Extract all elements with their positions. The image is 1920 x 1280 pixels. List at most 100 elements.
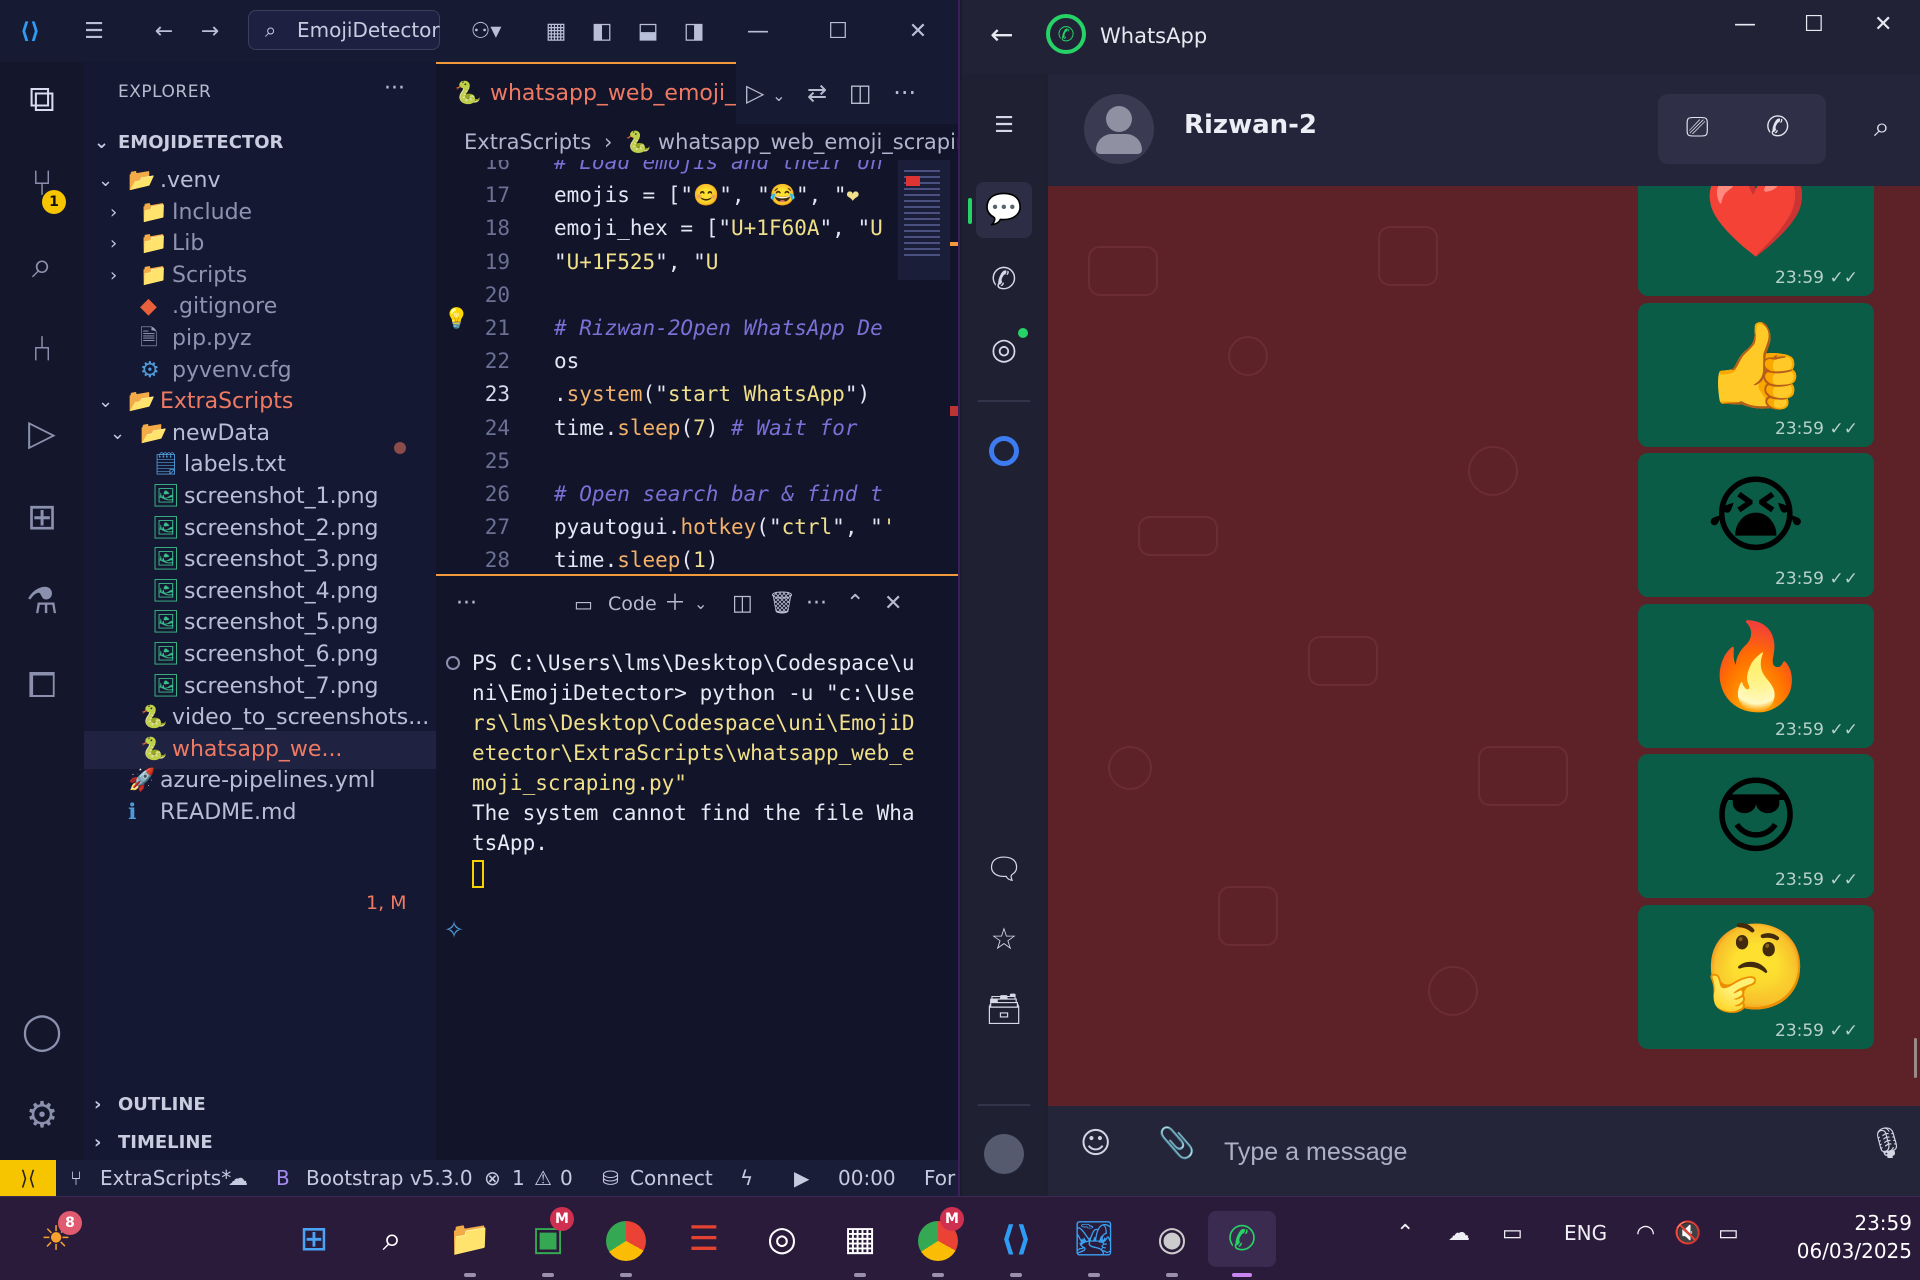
chat-area[interactable]: ❤️ 23:59 ✓✓ 👍 23:59 ✓✓ 😭 23:59 ✓✓ 🔥 23:59 ✓✓ 😎 23:59 ✓… [1048, 186, 1920, 1106]
more-actions-icon[interactable]: ··· [806, 576, 827, 632]
split-editor-icon[interactable]: ◫ [849, 79, 872, 107]
remote-icon[interactable]: ⟩⟨ [0, 1160, 56, 1196]
contact-avatar[interactable] [1084, 94, 1154, 164]
tab-whatsapp-web-emoji[interactable]: 🐍 whatsapp_web_emoji_sc [436, 62, 736, 124]
sparkle-icon[interactable]: ✧ [444, 916, 464, 944]
file-explorer-icon[interactable]: 📁 [442, 1211, 498, 1277]
language-indicator[interactable]: ENG [1564, 1221, 1607, 1245]
extensions-icon[interactable]: ⊞ [14, 490, 70, 546]
channels-icon[interactable]: 🗨 [976, 842, 1032, 898]
minimize-icon[interactable]: — [742, 16, 774, 48]
meta-ai-icon[interactable] [976, 422, 1032, 478]
account-icon[interactable]: ◯ [14, 1004, 70, 1060]
terminal-output[interactable]: PS C:\Users\lms\Desktop\Codespace\u ni\E… [472, 648, 942, 888]
more-actions-icon[interactable]: ··· [893, 79, 916, 107]
breadcrumb-file[interactable]: whatsapp_web_emoji_scraping. [658, 130, 958, 154]
chevron-up-icon[interactable]: ⌃ [1396, 1221, 1414, 1246]
chrome-icon[interactable] [598, 1211, 654, 1277]
circle-app-icon[interactable]: ◎ [754, 1211, 810, 1267]
branch-name[interactable]: ExtraScripts* [100, 1160, 231, 1196]
chevron-down-icon[interactable]: ⌄ [772, 86, 785, 105]
toggle-panel-icon[interactable]: ⬓ [632, 16, 664, 48]
search-icon[interactable]: ⌕ [1874, 110, 1890, 144]
microphone-icon[interactable]: 🎙 [1868, 1126, 1906, 1161]
trash-icon[interactable]: 🗑 [768, 576, 796, 632]
chat-scrollbar[interactable] [1914, 1038, 1917, 1078]
remote-explorer-icon[interactable]: ⧠ [14, 658, 70, 714]
connect-label[interactable]: Connect [630, 1160, 713, 1196]
lightning-icon[interactable]: ϟ [740, 1160, 753, 1196]
customize-layout-icon[interactable]: ▦ [540, 16, 572, 48]
minimize-icon[interactable]: — [1734, 12, 1756, 37]
settings-gear-icon[interactable]: ⚙ [14, 1088, 70, 1144]
arrow-left-icon[interactable]: ← [148, 16, 180, 48]
photos-icon[interactable]: 🏞 [1066, 1211, 1122, 1277]
clock[interactable]: 23:59 06/03/2025 [1772, 1209, 1912, 1265]
vscode-icon[interactable]: ⟨⟩ [988, 1211, 1044, 1277]
timeline-section[interactable]: › TIMELINE [84, 1124, 436, 1162]
play-icon[interactable]: ▶ [794, 1160, 809, 1196]
device-icon[interactable]: ▭ [1502, 1221, 1523, 1246]
bootstrap-version[interactable]: Bootstrap v5.3.0 [306, 1160, 473, 1196]
run-debug-icon[interactable]: ▷ [14, 406, 70, 462]
copilot-icon[interactable]: ⚇▾ [462, 16, 510, 48]
code-editor[interactable]: 16 # Load emojis and their Un 17 emojis = [… [436, 160, 958, 574]
testing-icon[interactable]: ⚗ [14, 574, 70, 630]
message-input[interactable] [1224, 1130, 1824, 1174]
emoji-icon[interactable]: ☺ [1080, 1126, 1111, 1161]
volume-muted-icon[interactable]: 🔇 [1674, 1221, 1701, 1246]
maximize-icon[interactable]: ☐ [822, 16, 854, 48]
close-icon[interactable]: ✕ [1874, 12, 1892, 37]
close-icon[interactable]: ✕ [902, 16, 934, 48]
message-bubble[interactable]: 😭 23:59 ✓✓ [1638, 453, 1874, 597]
terminal-name[interactable]: Code [608, 576, 657, 632]
battery-icon[interactable]: ▭ [1718, 1221, 1739, 1246]
calls-icon[interactable]: ✆ [976, 252, 1032, 308]
start-icon[interactable]: ⊞ [286, 1211, 342, 1267]
onedrive-icon[interactable]: ☁ [1448, 1221, 1470, 1246]
back-arrow-icon[interactable]: ← [990, 18, 1013, 51]
starred-icon[interactable]: ☆ [976, 912, 1032, 968]
message-bubble[interactable]: ❤️ 23:59 ✓✓ [1638, 186, 1874, 296]
minimap[interactable] [898, 160, 950, 280]
breadcrumb-folder[interactable]: ExtraScripts [464, 130, 591, 154]
archived-icon[interactable]: 🗃 [976, 982, 1032, 1038]
todoist-icon[interactable]: ☰ [676, 1211, 732, 1267]
arrow-right-icon[interactable]: → [194, 16, 226, 48]
tree-item[interactable]: ℹ README.md [84, 794, 436, 832]
attach-icon[interactable]: 📎 [1158, 1126, 1195, 1161]
timer-label[interactable]: 00:00 [838, 1160, 896, 1196]
toggle-secondary-sidebar-icon[interactable]: ◨ [678, 16, 710, 48]
run-python-icon[interactable]: ▷ [746, 79, 764, 107]
command-center-search[interactable]: ⌕ EmojiDetector [248, 10, 440, 50]
maximize-icon[interactable]: ☐ [1804, 12, 1824, 37]
profile-avatar[interactable] [984, 1134, 1024, 1174]
lightbulb-icon[interactable]: 💡 [444, 306, 469, 330]
message-bubble[interactable]: 👍 23:59 ✓✓ [1638, 302, 1874, 447]
outline-section[interactable]: › OUTLINE [84, 1086, 436, 1124]
search-icon[interactable]: ⌕ [14, 238, 70, 294]
toggle-primary-sidebar-icon[interactable]: ◧ [586, 16, 618, 48]
split-terminal-icon[interactable]: ◫ [732, 576, 753, 632]
message-bubble[interactable]: 🔥 23:59 ✓✓ [1638, 603, 1874, 748]
explorer-more-icon[interactable]: ··· [384, 76, 405, 101]
compare-changes-icon[interactable]: ⇄ [807, 79, 827, 107]
panel-more-icon[interactable]: ··· [456, 576, 477, 632]
whatsapp-icon[interactable]: ✆ [1208, 1211, 1276, 1277]
wifi-icon[interactable]: ◠ [1636, 1221, 1655, 1246]
sync-icon[interactable]: ☁ [228, 1160, 248, 1196]
git-graph-icon[interactable]: ⑃ [14, 322, 70, 378]
contact-name[interactable]: Rizwan-2 [1184, 110, 1317, 140]
message-bubble[interactable]: 😎 23:59 ✓✓ [1638, 754, 1874, 898]
avatar-app-icon[interactable]: ◉ [1144, 1211, 1200, 1277]
workspace-root[interactable]: ⌄ EMOJIDETECTOR [84, 124, 436, 162]
hamburger-menu-icon[interactable]: ☰ [976, 98, 1032, 154]
voice-call-icon[interactable]: ✆ [1766, 110, 1789, 143]
chevron-down-icon[interactable]: ⌄ [694, 576, 707, 632]
calculator-icon[interactable]: ▦ [832, 1211, 888, 1277]
error-count[interactable]: 1 [512, 1160, 525, 1196]
new-terminal-icon[interactable]: ＋ [664, 576, 686, 632]
hamburger-menu-icon[interactable]: ☰ [78, 16, 110, 48]
explorer-icon[interactable]: ⧉ [14, 72, 70, 128]
message-bubble[interactable]: 🤔 23:59 ✓✓ [1638, 904, 1874, 1049]
